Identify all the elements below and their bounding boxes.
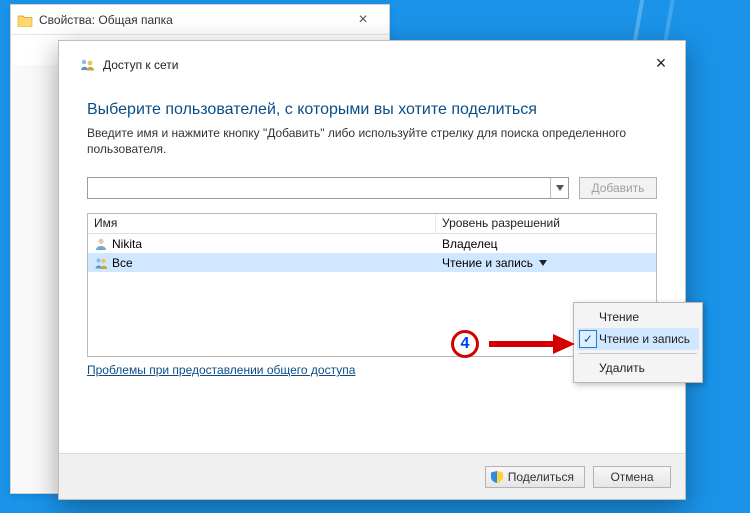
user-list-header: Имя Уровень разрешений [88,214,656,234]
user-combo[interactable] [87,177,569,199]
group-icon [94,256,108,270]
user-combo-dropdown-button[interactable] [550,178,568,198]
properties-titlebar: Свойства: Общая папка × [11,5,389,35]
dialog-close-button[interactable]: × [643,51,679,75]
permission-menu-item-read[interactable]: Чтение [577,306,699,328]
user-perm: Чтение и запись [442,256,533,270]
user-list-row[interactable]: Все Чтение и запись [88,253,656,272]
permission-menu-item-delete[interactable]: Удалить [577,357,699,379]
shield-icon [490,470,504,484]
user-perm: Владелец [442,237,498,251]
col-header-perm[interactable]: Уровень разрешений [436,214,656,233]
perm-dropdown-cell[interactable]: Чтение и запись [436,256,656,270]
properties-close-button[interactable]: × [343,5,383,35]
share-button[interactable]: Поделиться [485,466,585,488]
user-list-row[interactable]: Nikita Владелец [88,234,656,253]
menu-item-label: Чтение и запись [599,332,690,346]
dialog-footer: Поделиться Отмена [59,453,685,499]
user-input[interactable] [88,178,550,198]
chevron-down-icon [556,185,564,191]
user-name: Nikita [112,237,142,251]
dialog-header: Доступ к сети [59,41,685,83]
dialog-heading: Выберите пользователей, с которыми вы хо… [87,101,657,119]
folder-icon [17,13,33,27]
chevron-down-icon [539,260,547,266]
user-list: Имя Уровень разрешений Nikita Владелец [87,213,657,357]
properties-title: Свойства: Общая папка [39,13,337,27]
permission-menu-item-readwrite[interactable]: ✓ Чтение и запись [577,328,699,350]
menu-item-label: Удалить [599,361,645,375]
add-button[interactable]: Добавить [579,177,657,199]
menu-item-label: Чтение [599,310,639,324]
share-button-label: Поделиться [508,470,574,484]
dialog-title: Доступ к сети [103,58,178,72]
user-name: Все [112,256,133,270]
trouble-link[interactable]: Проблемы при предоставлении общего досту… [87,363,355,377]
col-header-name[interactable]: Имя [88,214,436,233]
dialog-content: Выберите пользователей, с которыми вы хо… [59,83,685,453]
user-icon [94,237,108,251]
network-users-icon [79,57,95,73]
menu-separator [579,353,697,354]
cancel-button[interactable]: Отмена [593,466,671,488]
add-user-row: Добавить [87,177,657,199]
dialog-description: Введите имя и нажмите кнопку "Добавить" … [87,125,657,157]
network-share-dialog: × Доступ к сети Выберите пользователей, … [58,40,686,500]
checkmark-icon: ✓ [579,330,597,348]
permission-menu: Чтение ✓ Чтение и запись Удалить [573,302,703,383]
